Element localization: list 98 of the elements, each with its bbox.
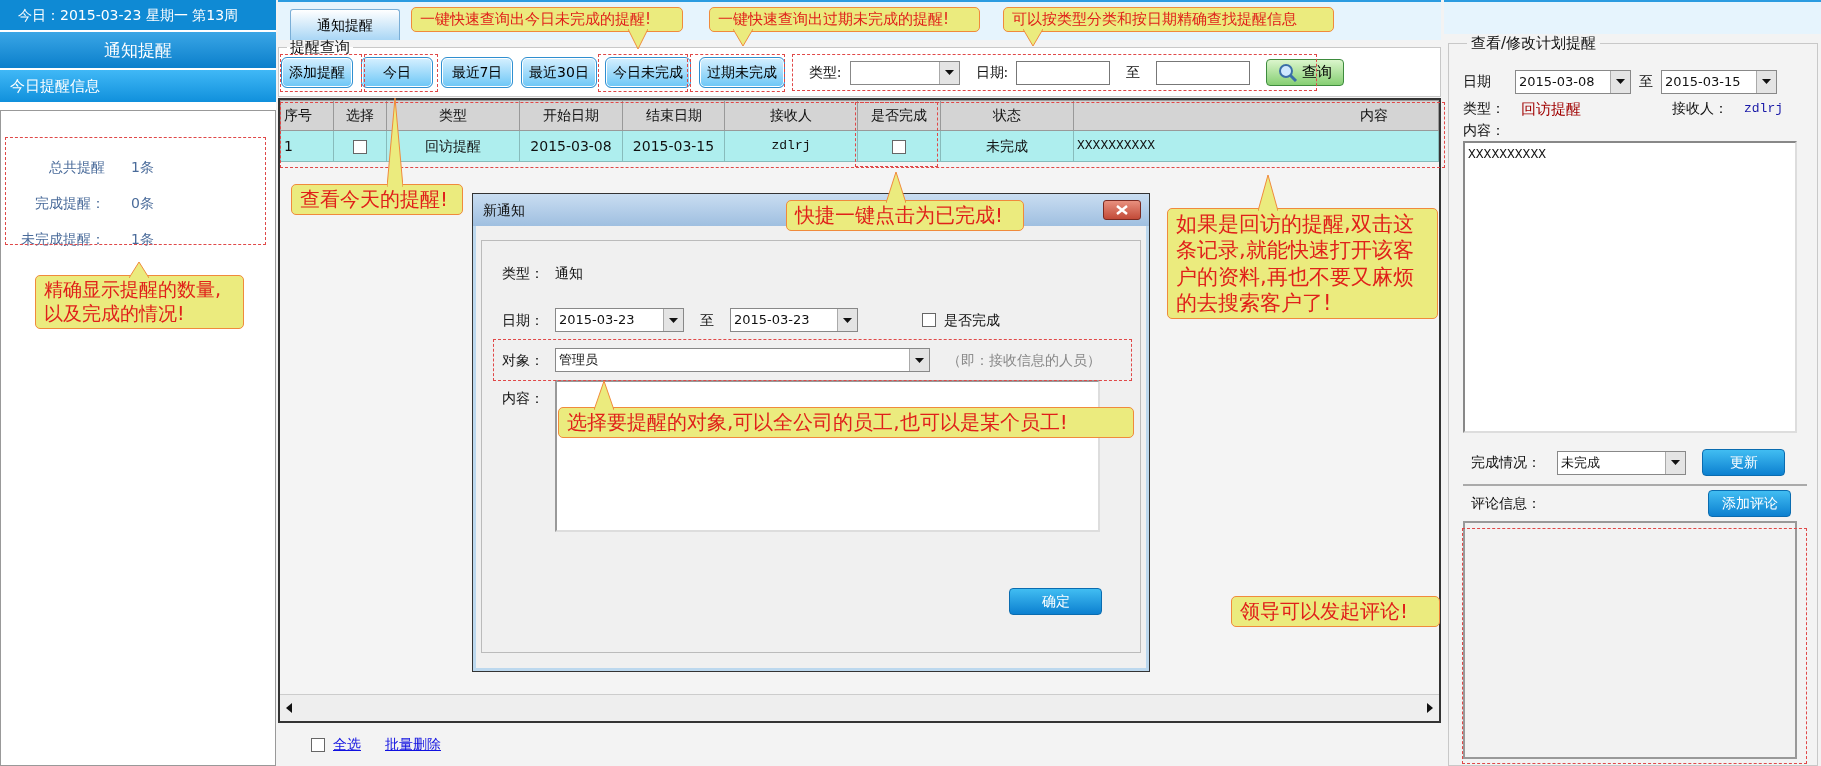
stat-value: 1条: [131, 157, 154, 177]
search-icon: [1278, 62, 1299, 83]
tab[interactable]: 通知提醒: [290, 9, 400, 40]
column-header[interactable]: 接收人: [724, 100, 858, 131]
column-header[interactable]: 内容: [1073, 100, 1439, 131]
column-header[interactable]: 结束日期: [622, 100, 725, 131]
table-cell: 1: [280, 130, 334, 162]
date-dropdown[interactable]: 2015-03-23: [555, 308, 684, 332]
panel-title: 通知提醒: [0, 32, 276, 68]
field-label: 至: [700, 310, 714, 330]
toolbar-button[interactable]: 今日: [361, 57, 433, 88]
checkbox[interactable]: [353, 139, 367, 154]
table-cell: zdlrj: [724, 130, 858, 162]
table-cell: 未完成: [940, 130, 1074, 162]
pointer-icon: [886, 172, 906, 203]
field-label: 日期:: [975, 63, 1009, 82]
field-label: 完成情况：: [1471, 453, 1541, 472]
pointer-icon: [733, 28, 753, 46]
toolbar-button[interactable]: 最近30日: [521, 57, 597, 88]
caret-down-icon: [843, 317, 852, 323]
batch-delete-link[interactable]: 批量删除: [385, 734, 441, 755]
callout: 精确显示提醒的数量,以及完成的情况!: [35, 262, 244, 329]
column-header[interactable]: 开始日期: [519, 100, 623, 131]
table-cell: 2015-03-15: [622, 130, 725, 162]
close-button[interactable]: [1103, 200, 1141, 220]
toolbar-button[interactable]: 添加提醒: [281, 57, 353, 88]
field-label: 类型：: [502, 264, 545, 283]
field-label: 日期：: [502, 310, 545, 330]
field-label: 内容：: [1463, 121, 1506, 140]
table-cell: XXXXXXXXXX: [1073, 130, 1439, 162]
column-header[interactable]: 是否完成: [857, 100, 941, 131]
field-label: 至: [1126, 63, 1141, 82]
column-header[interactable]: 序号: [280, 100, 334, 131]
table-cell: 2015-03-08: [519, 130, 623, 162]
group-label: 查看/修改计划提醒: [1470, 34, 1598, 54]
toolbar-button[interactable]: 过期未完成: [698, 57, 785, 88]
recipient-value: zdlrj: [1744, 100, 1783, 118]
date-dropdown[interactable]: 2015-03-15: [1661, 69, 1777, 94]
left-arrow-icon: [286, 703, 292, 713]
column-header[interactable]: 选择: [333, 100, 387, 131]
stat-label: 总共提醒: [48, 157, 105, 177]
field-label: 类型:: [808, 63, 842, 82]
field-label: 至: [1639, 72, 1653, 91]
status-dropdown[interactable]: 未完成: [1557, 450, 1686, 475]
toolbar-button[interactable]: 最近7日: [441, 57, 513, 88]
field-label: 内容：: [502, 389, 545, 408]
group-label: 提醒查询: [289, 40, 351, 55]
type-value: 回访提醒: [1521, 98, 1581, 120]
checkbox[interactable]: [892, 139, 906, 154]
checkbox[interactable]: [922, 313, 936, 327]
right-arrow-icon: [1427, 703, 1433, 713]
close-icon: [1116, 205, 1128, 215]
field-value: 通知: [555, 264, 583, 283]
callout: 如果是回访的提醒,双击这条记录,就能快速打开该客户的资料,再也不要又麻烦的去搜索客户了!: [1167, 175, 1438, 319]
date-dropdown[interactable]: 2015-03-08: [1515, 69, 1631, 94]
stat-value: 1条: [131, 229, 154, 249]
date-field[interactable]: [1156, 60, 1251, 85]
pointer-icon: [1258, 175, 1278, 211]
content-textarea[interactable]: XXXXXXXXXX: [1463, 141, 1797, 433]
pointer-icon: [1023, 28, 1043, 46]
toolbar-button[interactable]: 今日未完成: [604, 57, 691, 88]
checkbox-label: 是否完成: [944, 310, 1000, 330]
field-label: 接收人：: [1672, 99, 1728, 119]
caret-down-icon: [1762, 79, 1771, 84]
caret-down-icon: [915, 357, 924, 363]
search-button[interactable]: 查询: [1266, 59, 1345, 86]
callout: 快捷一键点击为已完成!: [786, 172, 1024, 231]
date-field[interactable]: [1016, 60, 1111, 85]
caret-down-icon: [669, 317, 678, 323]
caret-down-icon: [1671, 460, 1680, 465]
stat-label: 完成提醒：: [34, 193, 105, 213]
column-header[interactable]: 状态: [940, 100, 1074, 131]
pointer-icon: [129, 262, 149, 278]
caret-down-icon: [1616, 79, 1625, 84]
horizontal-scrollbar[interactable]: [280, 694, 1439, 721]
column-header[interactable]: 类型: [386, 100, 520, 131]
target-dropdown[interactable]: 管理员: [555, 348, 930, 372]
field-label: 对象：: [502, 350, 545, 370]
pointer-icon: [594, 381, 614, 410]
hint-text: （即：接收信息的人员）: [947, 350, 1101, 370]
callout: 选择要提醒的对象,可以全公司的员工,也可以是某个员工!: [558, 381, 1134, 438]
callout: 领导可以发起评论!: [1231, 596, 1440, 627]
date-header: 今日：2015-03-23 星期一 第13周: [0, 0, 276, 30]
callout: 一键快速查询出过期未完成的提醒!: [709, 7, 980, 46]
callout: 可以按类型分类和按日期精确查找提醒信息: [1003, 7, 1334, 46]
callout: 一键快速查询出今日未完成的提醒!: [411, 7, 683, 49]
checkbox[interactable]: [311, 737, 325, 752]
stat-value: 0条: [131, 193, 154, 213]
section-header: 今日提醒信息: [0, 70, 276, 102]
field-label: 类型：: [1463, 99, 1505, 119]
field-label: 评论信息：: [1471, 494, 1541, 513]
caret-down-icon: [944, 70, 954, 75]
date-dropdown[interactable]: 2015-03-23: [730, 308, 858, 332]
select-all-link[interactable]: 全选: [333, 734, 361, 755]
type-dropdown[interactable]: [849, 60, 960, 85]
field-label: 日期: [1463, 72, 1492, 91]
dialog-title: 新通知: [483, 200, 525, 220]
pointer-icon: [628, 28, 648, 49]
